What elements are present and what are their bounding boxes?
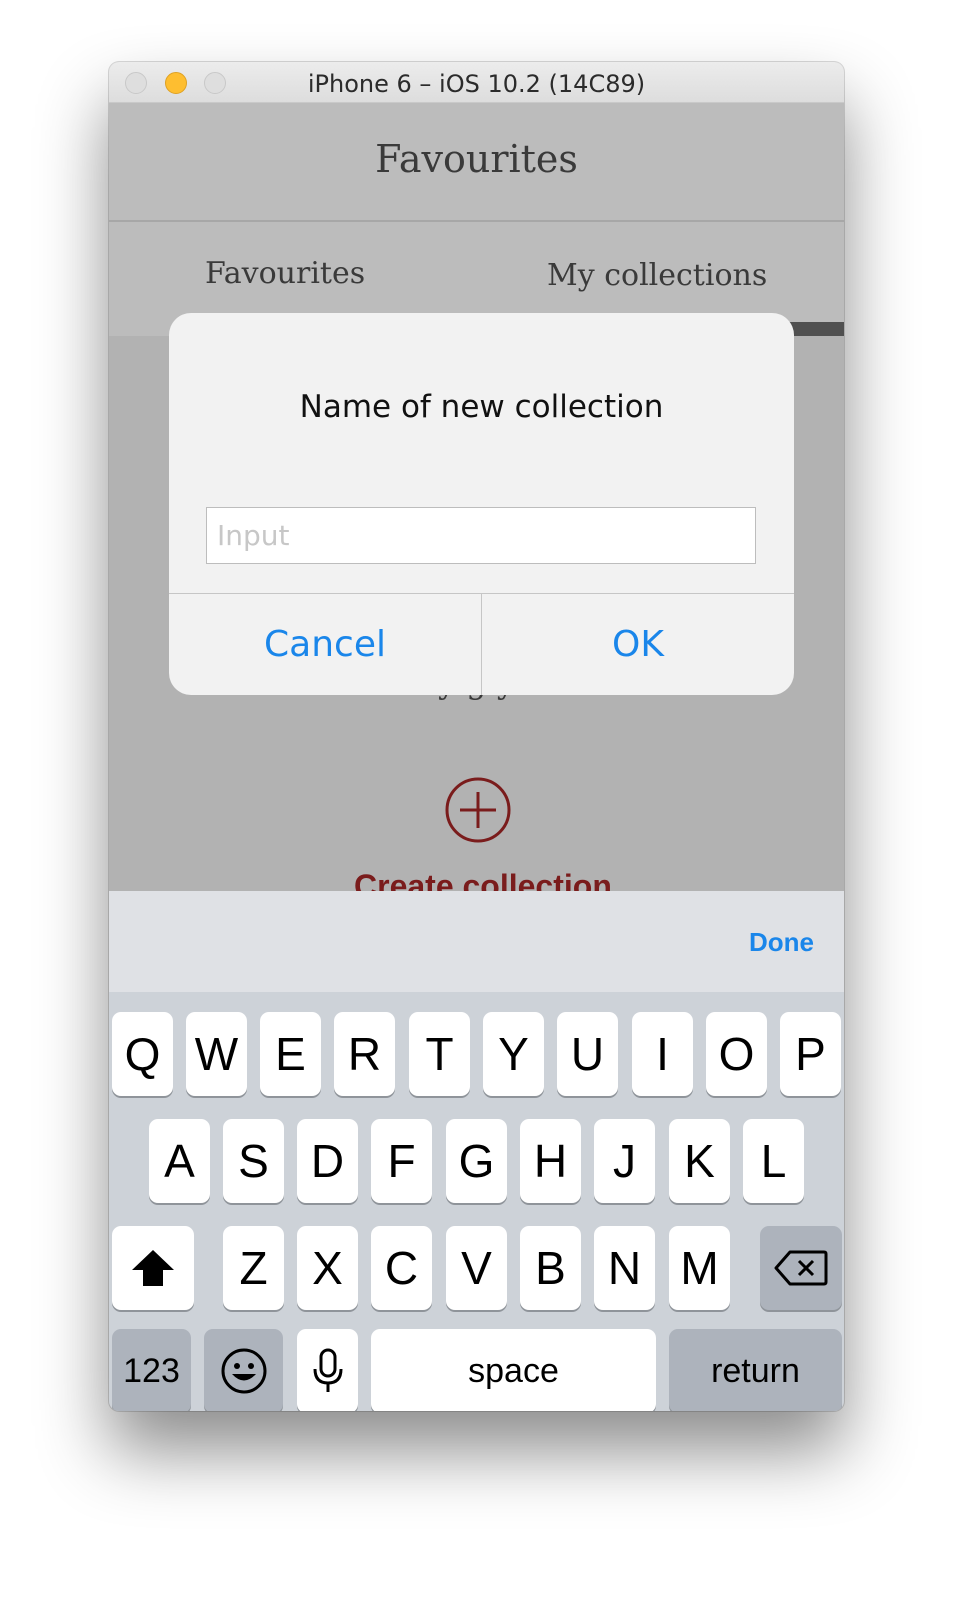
new-collection-dialog: Name of new collection Cancel OK: [169, 313, 794, 695]
microphone-icon: [313, 1348, 342, 1392]
key-f[interactable]: F: [371, 1119, 432, 1203]
key-z[interactable]: Z: [223, 1226, 284, 1310]
key-b[interactable]: B: [520, 1226, 581, 1310]
key-n[interactable]: N: [594, 1226, 655, 1310]
key-x[interactable]: X: [297, 1226, 358, 1310]
key-h[interactable]: H: [520, 1119, 581, 1203]
key-g[interactable]: G: [446, 1119, 507, 1203]
key-m[interactable]: M: [669, 1226, 730, 1310]
key-w[interactable]: W: [186, 1012, 247, 1096]
key-c[interactable]: C: [371, 1226, 432, 1310]
key-y[interactable]: Y: [483, 1012, 544, 1096]
collection-name-input[interactable]: [206, 507, 756, 564]
device-screen: Favourites Favourites My collections y g…: [109, 103, 844, 1411]
key-v[interactable]: V: [446, 1226, 507, 1310]
tab-active-indicator: [787, 322, 844, 336]
key-a[interactable]: A: [149, 1119, 210, 1203]
page-title: Favourites: [375, 137, 578, 181]
keyboard-accessory-bar: Done: [109, 891, 844, 992]
key-e[interactable]: E: [260, 1012, 321, 1096]
cancel-button[interactable]: Cancel: [169, 594, 481, 695]
ok-button[interactable]: OK: [482, 594, 794, 695]
key-d[interactable]: D: [297, 1119, 358, 1203]
key-l[interactable]: L: [743, 1119, 804, 1203]
backspace-icon: [774, 1250, 828, 1286]
window-titlebar: iPhone 6 – iOS 10.2 (14C89): [109, 62, 844, 103]
key-j[interactable]: J: [594, 1119, 655, 1203]
emoji-icon: [221, 1348, 266, 1394]
add-circle-icon[interactable]: [444, 776, 512, 844]
dialog-title: Name of new collection: [299, 389, 664, 425]
key-p[interactable]: P: [780, 1012, 841, 1096]
emoji-key[interactable]: [204, 1329, 283, 1411]
simulator-window: iPhone 6 – iOS 10.2 (14C89) Favourites F…: [109, 62, 844, 1411]
tab-favourites[interactable]: Favourites: [205, 256, 365, 291]
shift-key[interactable]: [112, 1226, 194, 1310]
done-button[interactable]: Done: [749, 927, 814, 958]
key-o[interactable]: O: [706, 1012, 767, 1096]
key-u[interactable]: U: [557, 1012, 618, 1096]
keyboard: Q W E R T Y U I O P A S D F G H J K L Z …: [109, 992, 844, 1411]
dictation-key[interactable]: [297, 1329, 358, 1411]
key-s[interactable]: S: [223, 1119, 284, 1203]
key-k[interactable]: K: [669, 1119, 730, 1203]
shift-icon: [132, 1250, 174, 1286]
delete-key[interactable]: [760, 1226, 842, 1310]
key-q[interactable]: Q: [112, 1012, 173, 1096]
return-key[interactable]: return: [669, 1329, 842, 1411]
key-r[interactable]: R: [334, 1012, 395, 1096]
window-title: iPhone 6 – iOS 10.2 (14C89): [307, 70, 646, 98]
numbers-key[interactable]: 123: [112, 1329, 191, 1411]
key-t[interactable]: T: [409, 1012, 470, 1096]
space-key[interactable]: space: [371, 1329, 656, 1411]
app-header: Favourites: [109, 103, 844, 222]
key-i[interactable]: I: [632, 1012, 693, 1096]
tab-my-collections[interactable]: My collections: [547, 258, 767, 293]
